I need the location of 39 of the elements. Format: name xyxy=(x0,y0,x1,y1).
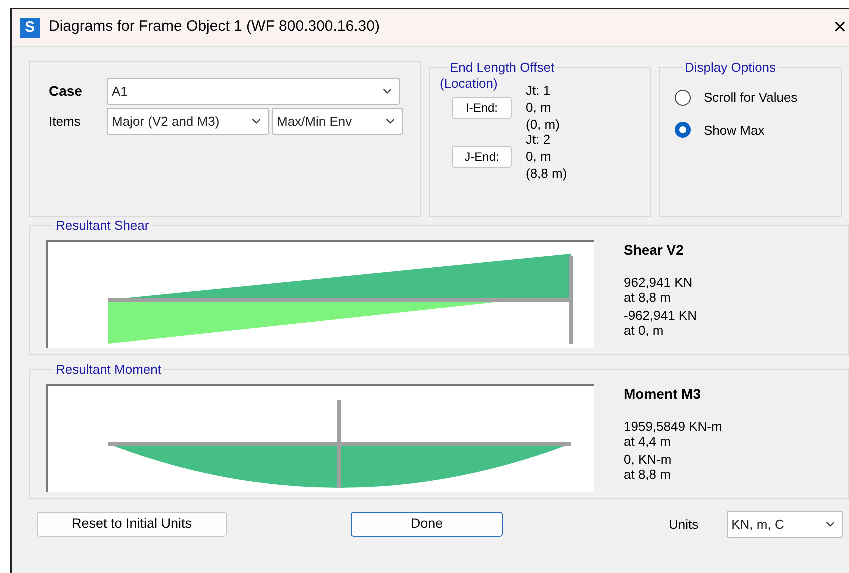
result-heading: Moment M3 xyxy=(624,385,702,404)
units-dropdown[interactable]: KN, m, C xyxy=(726,511,843,538)
panel-title: Resultant Shear xyxy=(55,219,150,232)
items-label: Items xyxy=(49,113,82,131)
offset-value: 0, m xyxy=(526,99,552,116)
envelope-dropdown[interactable]: Max/Min Env xyxy=(272,108,403,136)
location-value: (8,8 m) xyxy=(526,165,568,182)
result-location: at 8,8 m xyxy=(624,467,672,482)
case-dropdown[interactable]: A1 xyxy=(107,78,400,105)
result-heading: Shear V2 xyxy=(624,241,685,260)
done-button[interactable]: Done xyxy=(351,512,503,537)
panel-title: Resultant Moment xyxy=(55,363,162,376)
reset-units-button[interactable]: Reset to Initial Units xyxy=(37,512,227,537)
end-button[interactable]: J-End: xyxy=(452,146,512,168)
result-value: -962,941 KN xyxy=(624,308,697,323)
end-button[interactable]: I-End: xyxy=(452,96,512,118)
result-location: at 4,4 m xyxy=(624,434,672,449)
joint-label: Jt: 1 xyxy=(526,82,552,99)
component-dropdown[interactable]: Major (V2 and M3) xyxy=(107,108,269,136)
result-value: 1959,5849 KN-m xyxy=(624,419,722,434)
group-title: Display Options xyxy=(684,61,778,74)
location-value: (0, m) xyxy=(526,116,560,133)
option-label: Scroll for Values xyxy=(704,89,798,107)
result-value: 0, KN-m xyxy=(624,452,673,467)
radio-button[interactable] xyxy=(675,90,691,106)
joint-label: Jt: 2 xyxy=(526,132,552,148)
close-button[interactable]: ✕ xyxy=(833,19,847,36)
case-label: Case xyxy=(49,82,84,101)
option-label: Show Max xyxy=(704,122,765,140)
result-location: at 8,8 m xyxy=(624,290,672,305)
app-icon: S xyxy=(20,18,40,38)
result-value: 962,941 KN xyxy=(624,275,694,290)
radio-button[interactable] xyxy=(675,122,691,138)
window-title: Diagrams for Frame Object 1 (WF 800.300.16.30) xyxy=(49,17,380,38)
group-title: End Length Offset xyxy=(449,61,556,74)
result-location: at 0, m xyxy=(624,323,665,338)
offset-value: 0, m xyxy=(526,148,552,165)
group-subtitle: (Location) xyxy=(440,77,499,90)
units-label: Units xyxy=(669,516,699,534)
